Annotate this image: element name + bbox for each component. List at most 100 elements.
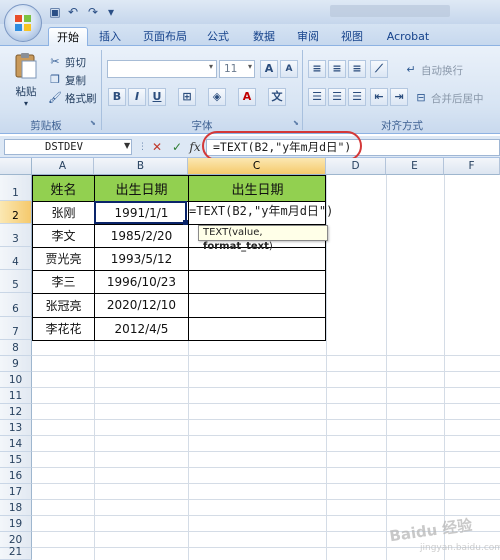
editing-cell-c2[interactable]: =TEXT(B2,"y年m月d日") (188, 201, 333, 224)
date-cell[interactable]: 1993/5/12 (95, 247, 188, 270)
cut-button[interactable]: ✂ 剪切 (48, 54, 86, 70)
phonetic-icon[interactable]: 文 (268, 88, 286, 106)
format-painter-button[interactable]: 🖌 格式刷 (48, 90, 96, 106)
decrease-indent-icon[interactable]: ⇤ (370, 88, 388, 106)
font-name-dropdown-icon[interactable]: ▾ (209, 62, 213, 71)
tab-page-layout[interactable]: 页面布局 (136, 27, 194, 46)
align-middle-icon[interactable]: ≡ (328, 60, 346, 78)
date-cell[interactable]: 1985/2/20 (95, 224, 188, 247)
row-header-10[interactable]: 10 (0, 372, 32, 388)
referenced-cell-outline (94, 201, 187, 224)
borders-icon[interactable]: ⊞ (178, 88, 196, 106)
column-header-a[interactable]: A (32, 158, 94, 175)
grid-line (32, 499, 500, 500)
row-header-13[interactable]: 13 (0, 420, 32, 436)
row-header-3[interactable]: 3 (0, 224, 32, 247)
row-header-12[interactable]: 12 (0, 404, 32, 420)
row-header-7[interactable]: 7 (0, 317, 32, 340)
cancel-formula-button[interactable]: ✕ (150, 140, 164, 154)
wrap-text-button[interactable]: ↵ 自动换行 (404, 62, 463, 78)
save-icon[interactable]: ▣ (48, 5, 62, 19)
row-header-11[interactable]: 11 (0, 388, 32, 404)
header-cell-birthdate-formatted[interactable]: 出生日期 (189, 175, 326, 201)
align-top-icon[interactable]: ≡ (308, 60, 326, 78)
row-header-8[interactable]: 8 (0, 340, 32, 356)
row-header-1[interactable]: 1 (0, 175, 32, 201)
select-all-corner[interactable] (0, 158, 32, 175)
date-cell[interactable]: 2020/12/10 (95, 293, 188, 317)
row-header-16[interactable]: 16 (0, 468, 32, 484)
row-header-19[interactable]: 19 (0, 516, 32, 532)
fill-color-icon[interactable]: ◈ (208, 88, 226, 106)
header-cell-name[interactable]: 姓名 (33, 175, 94, 201)
tab-home[interactable]: 开始 (48, 27, 88, 46)
name-cell[interactable]: 张冠亮 (33, 293, 94, 317)
date-cell[interactable]: 1996/10/23 (95, 270, 188, 293)
column-header-d[interactable]: D (326, 158, 386, 175)
row-header-9[interactable]: 9 (0, 356, 32, 372)
row-header-2[interactable]: 2 (0, 201, 32, 224)
table-border (188, 175, 189, 341)
column-header-e[interactable]: E (386, 158, 444, 175)
format-painter-icon: 🖌 (48, 91, 62, 104)
tooltip-close: ) (268, 241, 273, 252)
name-cell[interactable]: 贾光亮 (33, 247, 94, 270)
table-border (32, 247, 326, 248)
tab-view[interactable]: 视图 (334, 27, 370, 46)
align-bottom-icon[interactable]: ≡ (348, 60, 366, 78)
insert-function-button[interactable]: fx (188, 140, 202, 154)
align-left-icon[interactable]: ☰ (308, 88, 326, 106)
table-border (32, 340, 326, 341)
tab-acrobat[interactable]: Acrobat (380, 27, 436, 46)
tab-data[interactable]: 数据 (246, 27, 282, 46)
cut-label: 剪切 (65, 56, 86, 69)
grow-font-button[interactable]: A (260, 60, 278, 78)
name-cell[interactable]: 李文 (33, 224, 94, 247)
shrink-font-button[interactable]: A (280, 60, 298, 78)
column-header-c[interactable]: C (188, 158, 326, 175)
function-tooltip[interactable]: TEXT(value, format_text) (198, 225, 328, 252)
merge-center-button[interactable]: ⊟ 合并后居中 (414, 90, 483, 106)
undo-icon[interactable]: ↶ (66, 5, 80, 19)
row-header-14[interactable]: 14 (0, 436, 32, 452)
copy-button[interactable]: ❐ 复制 (48, 72, 86, 88)
enter-formula-button[interactable]: ✓ (170, 140, 184, 154)
name-cell[interactable]: 张刚 (33, 201, 94, 224)
font-launcher-icon[interactable]: ⬊ (293, 119, 299, 127)
paste-button[interactable]: 粘贴 ▾ (10, 52, 42, 110)
redo-icon[interactable]: ↷ (86, 5, 100, 19)
italic-button[interactable]: I (128, 88, 146, 106)
tab-formulas[interactable]: 公式 (200, 27, 236, 46)
grid-line (32, 371, 500, 372)
row-header-4[interactable]: 4 (0, 247, 32, 270)
font-size-dropdown-icon[interactable]: ▾ (248, 62, 252, 71)
row-header-5[interactable]: 5 (0, 270, 32, 293)
grid-line (32, 387, 500, 388)
name-box[interactable]: DSTDEV (4, 139, 132, 155)
tab-review[interactable]: 审阅 (290, 27, 326, 46)
header-cell-birthdate[interactable]: 出生日期 (95, 175, 188, 201)
row-header-6[interactable]: 6 (0, 293, 32, 317)
font-color-button[interactable]: A (238, 88, 256, 106)
row-header-15[interactable]: 15 (0, 452, 32, 468)
office-button[interactable] (4, 4, 42, 42)
font-name-box[interactable] (107, 60, 217, 78)
tab-insert[interactable]: 插入 (92, 27, 128, 46)
column-header-b[interactable]: B (94, 158, 188, 175)
align-center-icon[interactable]: ☰ (328, 88, 346, 106)
row-header-17[interactable]: 17 (0, 484, 32, 500)
customize-quick-access-icon[interactable]: ▾ (104, 5, 118, 19)
row-header-18[interactable]: 18 (0, 500, 32, 516)
orientation-icon[interactable]: ⟋ (370, 60, 388, 78)
increase-indent-icon[interactable]: ⇥ (390, 88, 408, 106)
name-cell[interactable]: 李三 (33, 270, 94, 293)
name-cell[interactable]: 李花花 (33, 317, 94, 340)
row-header-21[interactable]: 21 (0, 546, 32, 560)
align-right-icon[interactable]: ☰ (348, 88, 366, 106)
clipboard-launcher-icon[interactable]: ⬊ (90, 119, 98, 127)
column-header-f[interactable]: F (444, 158, 500, 175)
name-box-dropdown-icon[interactable]: ▼ (124, 141, 132, 151)
underline-button[interactable]: U (148, 88, 166, 106)
bold-button[interactable]: B (108, 88, 126, 106)
date-cell[interactable]: 2012/4/5 (95, 317, 188, 340)
